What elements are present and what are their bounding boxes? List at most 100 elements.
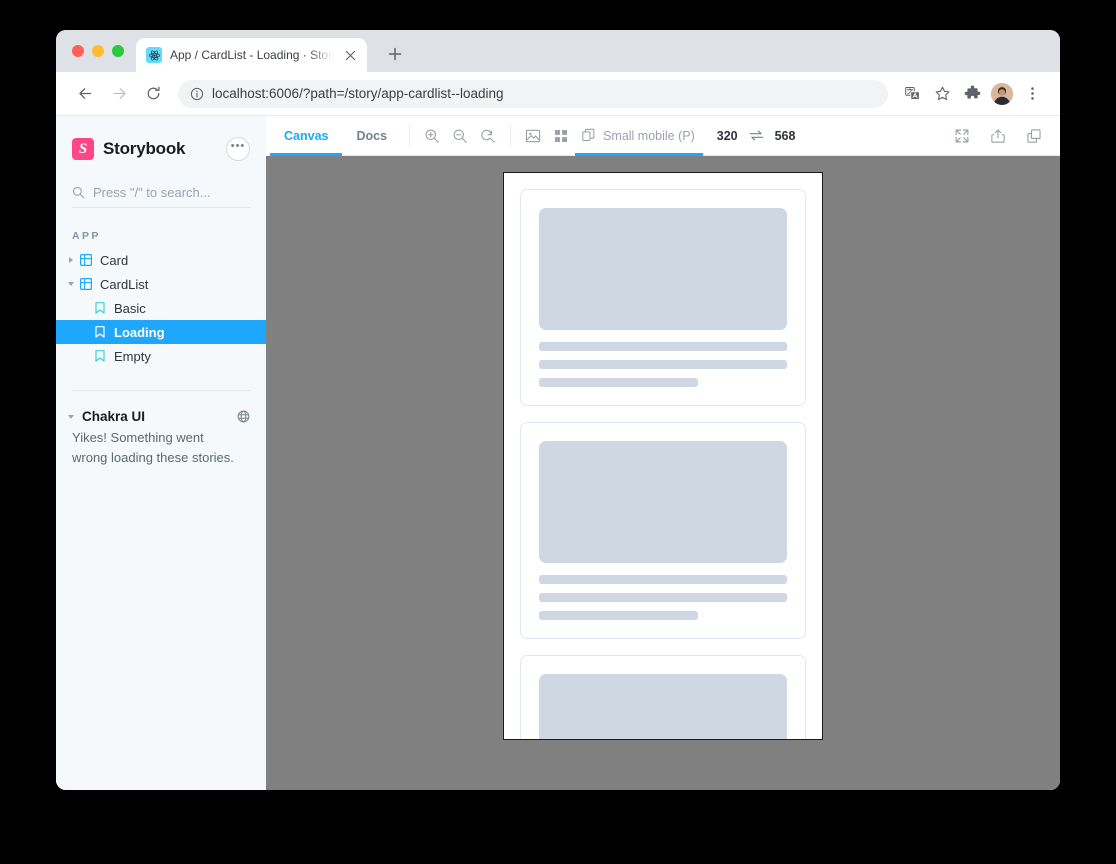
skeleton-image-placeholder (539, 208, 787, 330)
chevron-right-icon[interactable] (64, 256, 78, 264)
skeleton-card (520, 189, 806, 406)
minimize-window-button[interactable] (92, 45, 104, 57)
bookmark-icon (92, 350, 108, 362)
browser-action-buttons (898, 80, 1046, 108)
storybook-main: Canvas Docs Small mobile (P) 320 568 (266, 116, 1060, 790)
fullscreen-icon[interactable] (948, 128, 976, 144)
swap-arrows-icon[interactable] (749, 130, 764, 141)
search-placeholder: Press "/" to search... (93, 185, 211, 200)
sidebar-item-empty[interactable]: Empty (56, 344, 266, 368)
browser-tab-strip: App / CardList - Loading · Stor (56, 30, 1060, 72)
browser-tab[interactable]: App / CardList - Loading · Stor (136, 38, 367, 72)
chevron-down-icon[interactable] (64, 281, 78, 287)
viewport-width-value[interactable]: 320 (717, 129, 738, 143)
storybook-brand-label: Storybook (103, 139, 186, 158)
maximize-window-button[interactable] (112, 45, 124, 57)
sidebar-section-label: APP (72, 230, 101, 242)
window-traffic-lights (72, 45, 124, 57)
share-up-icon[interactable] (984, 128, 1012, 144)
ellipsis-icon[interactable]: ••• (226, 137, 250, 161)
search-icon (72, 186, 85, 199)
search-input[interactable]: Press "/" to search... (72, 182, 250, 208)
skeleton-image-placeholder (539, 441, 787, 563)
image-icon[interactable] (519, 116, 547, 155)
component-icon (78, 278, 94, 290)
storybook-logo-mark (72, 138, 94, 160)
story-canvas (266, 156, 1060, 790)
skeleton-text-lines (539, 342, 787, 387)
viewport-height-value[interactable]: 568 (775, 129, 796, 143)
viewport-icon (581, 128, 596, 143)
sidebar-item-cardlist[interactable]: CardList (56, 272, 266, 296)
sidebar-header: Storybook ••• (56, 132, 266, 166)
tab-docs[interactable]: Docs (342, 116, 401, 155)
react-logo-icon (146, 47, 162, 63)
user-avatar-icon[interactable] (991, 82, 1013, 105)
puzzle-piece-icon[interactable] (958, 80, 986, 108)
toolbar-right-actions (948, 116, 1060, 155)
sidebar-item-card[interactable]: Card (56, 248, 266, 272)
skeleton-line (539, 342, 787, 351)
info-circle-icon[interactable] (190, 87, 204, 101)
sidebar-group-chakra-ui[interactable]: Chakra UI (56, 391, 266, 424)
close-icon[interactable] (341, 46, 359, 64)
arrow-back-icon[interactable] (70, 79, 100, 109)
viewport-selector[interactable]: Small mobile (P) (575, 116, 703, 156)
arrow-forward-icon[interactable] (104, 79, 134, 109)
sidebar-group-error-message: Yikes! Something went wrong loading thes… (72, 430, 234, 465)
toolbar-divider (409, 125, 411, 146)
toolbar-divider (510, 125, 512, 146)
zoom-out-icon[interactable] (446, 116, 474, 155)
skeleton-line (539, 378, 698, 387)
address-bar[interactable]: localhost:6006/?path=/story/app-cardlist… (178, 79, 888, 108)
zoom-in-icon[interactable] (418, 116, 446, 155)
star-icon[interactable] (928, 80, 956, 108)
storybook-sidebar: Storybook ••• Press "/" to search... APP (56, 116, 266, 790)
sidebar-item-label: Card (100, 252, 129, 268)
skeleton-line (539, 593, 787, 602)
tab-canvas-label: Canvas (284, 128, 329, 143)
skeleton-card (520, 422, 806, 639)
skeleton-line (539, 611, 698, 620)
grid-icon[interactable] (547, 116, 575, 155)
viewport-label: Small mobile (P) (603, 128, 695, 143)
viewport-frame (503, 172, 823, 740)
storybook-app: Storybook ••• Press "/" to search... APP (56, 116, 1060, 790)
sidebar-item-label: CardList (100, 276, 149, 292)
three-dots-vertical-icon[interactable] (1018, 80, 1046, 108)
cardlist-loading-story (504, 173, 822, 739)
skeleton-card (520, 655, 806, 739)
sidebar-item-label: Empty (114, 348, 151, 364)
skeleton-image-placeholder (539, 674, 787, 739)
sidebar-item-label: Loading (114, 324, 165, 340)
copy-window-icon[interactable] (1020, 128, 1048, 144)
reload-icon[interactable] (138, 79, 168, 109)
new-tab-button[interactable] (381, 40, 409, 68)
browser-window: App / CardList - Loading · Stor localhos… (56, 30, 1060, 790)
browser-tab-title: App / CardList - Loading · Stor (170, 48, 333, 62)
storybook-toolbar: Canvas Docs Small mobile (P) 320 568 (266, 116, 1060, 156)
chevron-down-icon[interactable] (64, 414, 78, 420)
globe-icon[interactable] (237, 410, 250, 423)
sidebar-group-title: Chakra UI (82, 409, 146, 424)
storybook-logo-icon[interactable]: Storybook (72, 138, 185, 160)
address-bar-url: localhost:6006/?path=/story/app-cardlist… (212, 86, 504, 101)
zoom-reset-icon[interactable] (474, 116, 502, 155)
browser-toolbar: localhost:6006/?path=/story/app-cardlist… (56, 72, 1060, 116)
skeleton-text-lines (539, 575, 787, 620)
translate-icon[interactable] (898, 80, 926, 108)
component-icon (78, 254, 94, 266)
tab-canvas[interactable]: Canvas (270, 116, 343, 156)
skeleton-line (539, 575, 787, 584)
tab-docs-label: Docs (356, 128, 388, 143)
sidebar-item-basic[interactable]: Basic (56, 296, 266, 320)
sidebar-item-loading[interactable]: Loading (56, 320, 266, 344)
bookmark-icon (92, 302, 108, 314)
screen: App / CardList - Loading · Stor localhos… (0, 0, 1116, 864)
viewport-dimensions: 320 568 (703, 116, 806, 155)
sidebar-item-label: Basic (114, 300, 146, 316)
close-window-button[interactable] (72, 45, 84, 57)
bookmark-icon (92, 326, 108, 338)
skeleton-line (539, 360, 787, 369)
